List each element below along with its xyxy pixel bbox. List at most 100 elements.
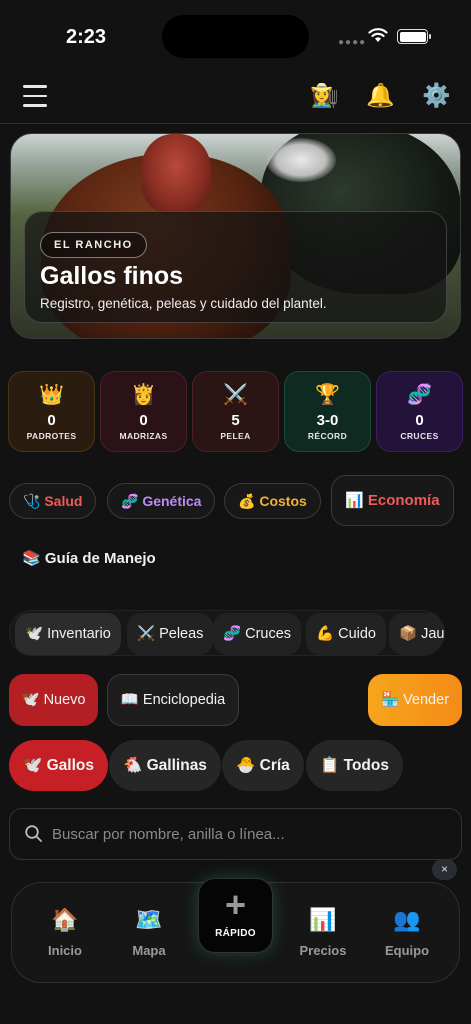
stat-card-madrizas[interactable]: 👸 0 MADRIZAS <box>100 371 187 452</box>
genetica-button[interactable]: 🧬 Genética <box>107 483 216 519</box>
hamburger-menu-icon[interactable] <box>23 85 47 109</box>
tab-label: Cuido <box>338 626 376 642</box>
chicken-icon: 🐔 <box>123 757 143 774</box>
hero-badge: EL RANCHO <box>40 232 147 258</box>
hatching-chick-icon: 🐣 <box>236 757 256 774</box>
stat-label: MADRIZAS <box>119 431 168 441</box>
crossed-swords-icon: ⚔️ <box>223 384 248 406</box>
battery-icon <box>397 29 431 44</box>
nav-mapa[interactable]: 🗺️ Mapa <box>114 907 184 958</box>
dove-icon: 🕊️ <box>25 626 44 642</box>
chip-label: Gallos <box>46 757 95 774</box>
hero-subtitle: Registro, genética, peleas y cuidado del… <box>40 296 327 311</box>
nav-label: Mapa <box>132 943 166 958</box>
search-icon <box>25 825 42 842</box>
search-bar <box>9 808 462 860</box>
hero-banner: EL RANCHO Gallos finos Registro, genétic… <box>10 133 461 339</box>
filter-gallinas[interactable]: 🐔 Gallinas <box>109 740 221 791</box>
stat-label: CRUCES <box>400 431 439 441</box>
dna-icon: 🧬 <box>121 493 139 509</box>
salud-button[interactable]: 🩺 Salud <box>9 483 97 519</box>
house-icon: 🏠 <box>51 907 79 932</box>
stat-card-padrotes[interactable]: 👑 0 PADROTES <box>8 371 95 452</box>
cellular-signal-icon: ●●●● <box>338 37 367 48</box>
pill-label: Genética <box>142 493 202 509</box>
stats-row: 👑 0 PADROTES 👸 0 MADRIZAS ⚔️ 5 PELEA 🏆 3… <box>8 371 463 452</box>
stat-card-record[interactable]: 🏆 3-0 RÉCORD <box>284 371 371 452</box>
tab-inventario[interactable]: 🕊️ Inventario <box>15 613 121 655</box>
stat-card-pelea[interactable]: ⚔️ 5 PELEA <box>192 371 279 452</box>
section-tabs[interactable]: 🕊️ Inventario ⚔️ Peleas 🧬 Cruces 💪 Cuido… <box>9 610 445 656</box>
quick-add-button[interactable]: + RÁPIDO <box>198 878 273 953</box>
pill-label: Economía <box>367 492 440 509</box>
pill-label: Salud <box>44 493 83 509</box>
guia-de-manejo-link[interactable]: 📚 Guía de Manejo <box>22 549 156 567</box>
stat-label: RÉCORD <box>307 431 348 441</box>
search-input[interactable] <box>52 809 452 859</box>
nav-label: Inicio <box>48 943 82 958</box>
books-icon: 📚 <box>22 550 41 567</box>
nav-precios[interactable]: 📊 Precios <box>288 907 358 958</box>
button-label: Vender <box>403 692 450 708</box>
stat-card-cruces[interactable]: 🧬 0 CRUCES <box>376 371 463 452</box>
filter-gallos[interactable]: 🕊️ Gallos <box>9 740 109 791</box>
chip-label: Cría <box>259 757 290 774</box>
chip-label: Gallinas <box>146 757 207 774</box>
dynamic-island <box>162 15 309 58</box>
princess-icon: 👸 <box>131 384 156 406</box>
gear-icon[interactable]: ⚙️ <box>422 82 451 109</box>
economia-button[interactable]: 📊 Economía <box>331 475 454 526</box>
chip-label: Todos <box>343 757 389 774</box>
stat-value: 0 <box>415 412 424 429</box>
quick-label: RÁPIDO <box>215 928 256 939</box>
tab-peleas[interactable]: ⚔️ Peleas <box>127 613 214 655</box>
vender-button[interactable]: 🏪 Vender <box>368 674 462 726</box>
nav-label: Equipo <box>384 943 430 958</box>
clipboard-icon: 📋 <box>320 757 340 774</box>
map-icon: 🗺️ <box>135 907 163 932</box>
tab-label: Jaulas <box>421 626 445 642</box>
dove-icon: 🕊️ <box>23 757 43 774</box>
open-book-icon: 📖 <box>120 692 139 708</box>
stat-value: 5 <box>231 412 240 429</box>
button-label: Nuevo <box>43 692 86 708</box>
enciclopedia-button[interactable]: 📖 Enciclopedia <box>107 674 239 726</box>
tab-jaulas[interactable]: 📦 Jaulas <box>389 613 445 655</box>
bell-icon[interactable]: 🔔 <box>366 82 395 109</box>
tab-cuido[interactable]: 💪 Cuido <box>306 613 386 655</box>
filter-todos[interactable]: 📋 Todos <box>306 740 403 791</box>
nuevo-button[interactable]: 🕊️ Nuevo <box>9 674 98 726</box>
trophy-icon: 🏆 <box>315 384 340 406</box>
tab-label: Inventario <box>47 626 111 642</box>
crossed-swords-icon: ⚔️ <box>137 626 156 642</box>
store-icon: 🏪 <box>380 692 400 708</box>
nav-inicio[interactable]: 🏠 Inicio <box>30 907 100 958</box>
flexed-biceps-icon: 💪 <box>316 626 335 642</box>
status-time: 2:23 <box>66 26 107 48</box>
close-button[interactable]: × <box>432 859 457 880</box>
bar-chart-icon: 📊 <box>309 907 337 932</box>
stat-value: 3-0 <box>316 412 339 429</box>
wifi-icon <box>368 28 388 42</box>
top-bar: 👩‍🌾 🔔 ⚙️ <box>0 70 471 124</box>
crown-icon: 👑 <box>39 384 64 406</box>
dna-icon: 🧬 <box>223 626 242 642</box>
status-bar: 2:23 ●●●● <box>0 0 471 70</box>
stat-label: PELEA <box>220 431 251 441</box>
tab-label: Peleas <box>159 626 204 642</box>
package-icon: 📦 <box>399 626 418 642</box>
stat-label: PADROTES <box>26 431 77 441</box>
tab-cruces[interactable]: 🧬 Cruces <box>213 613 302 655</box>
hero-card: EL RANCHO Gallos finos Registro, genétic… <box>24 211 447 323</box>
tab-label: Cruces <box>245 626 292 642</box>
pill-label: Costos <box>259 493 307 509</box>
money-bag-icon: 💰 <box>238 493 256 509</box>
farmer-profile-icon[interactable]: 👩‍🌾 <box>310 82 339 109</box>
nav-label: Precios <box>299 943 347 958</box>
button-label: Enciclopedia <box>142 692 226 708</box>
nav-equipo[interactable]: 👥 Equipo <box>372 907 442 958</box>
people-icon: 👥 <box>393 907 421 932</box>
costos-button[interactable]: 💰 Costos <box>224 483 321 519</box>
filter-cria[interactable]: 🐣 Cría <box>222 740 304 791</box>
stethoscope-icon: 🩺 <box>23 493 41 509</box>
